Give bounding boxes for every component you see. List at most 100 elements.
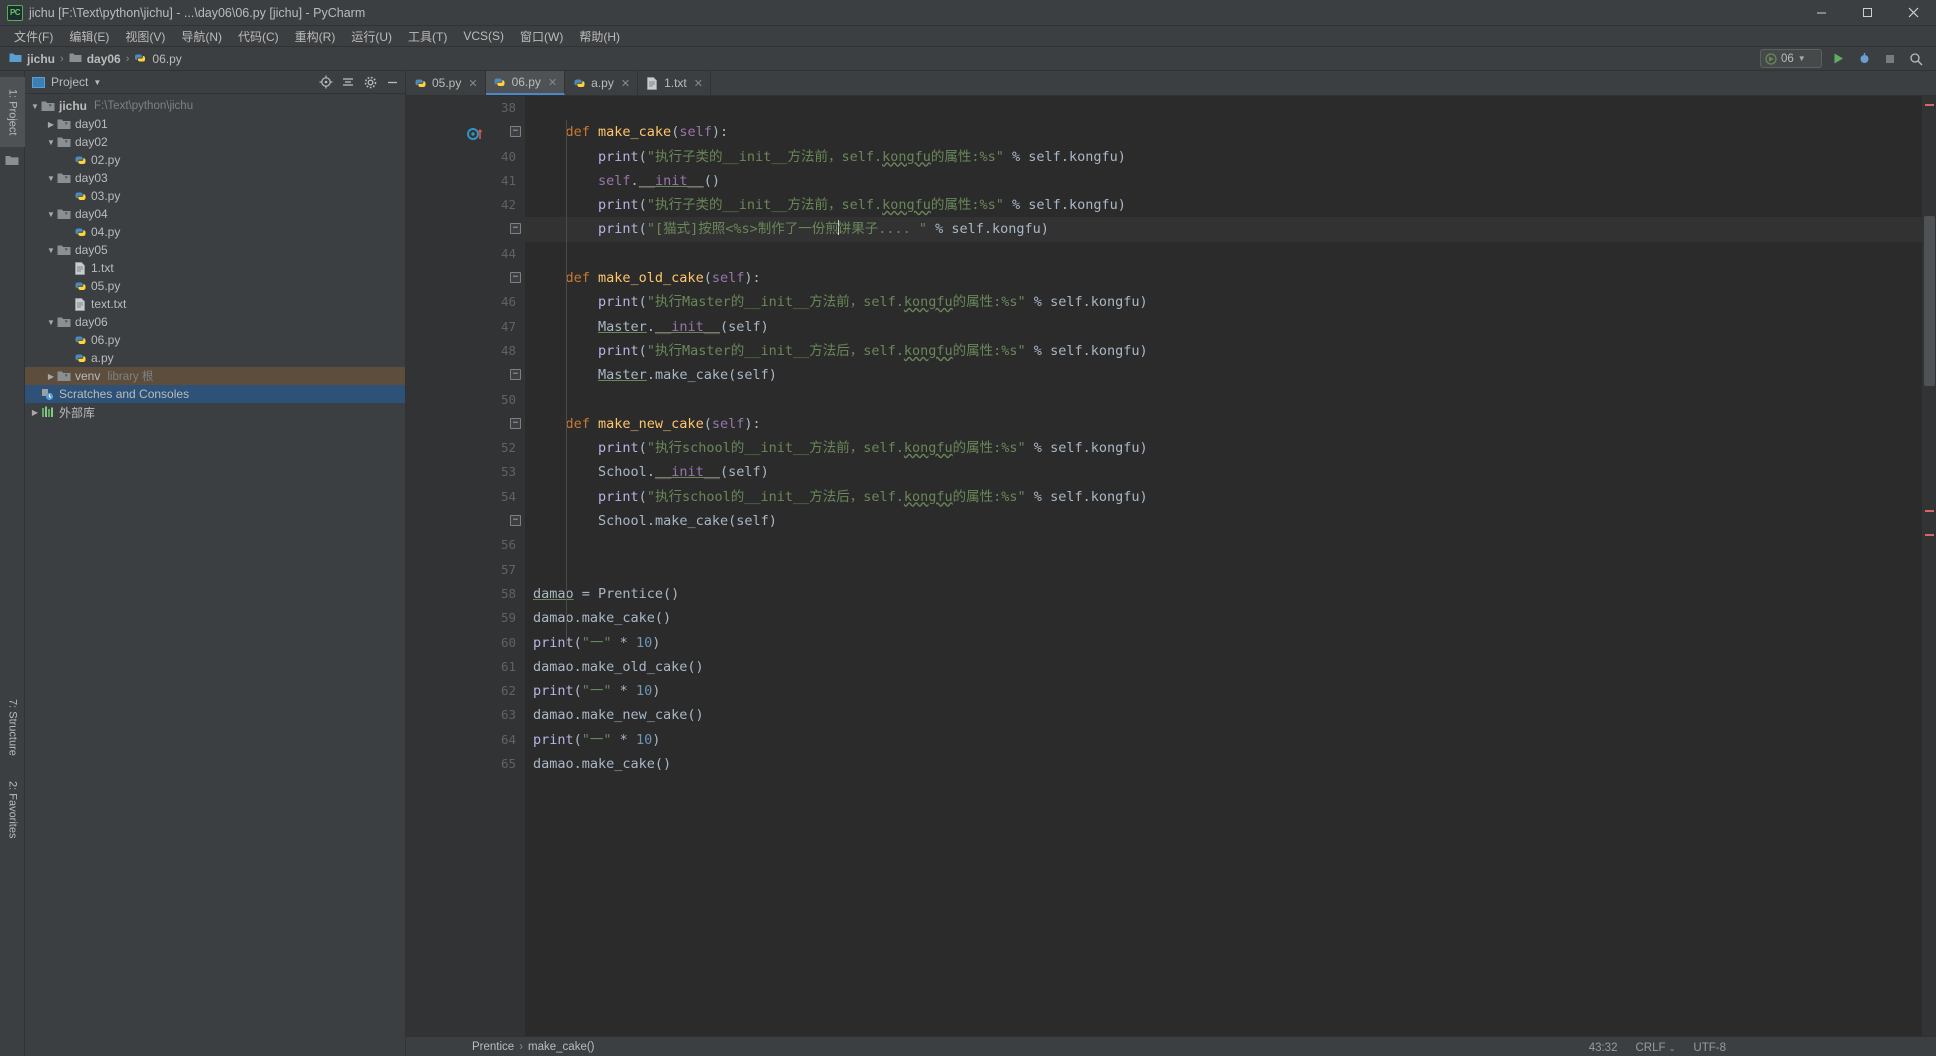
code-line-50[interactable] bbox=[525, 388, 1922, 412]
tree-row-jichu[interactable]: ▼ jichu F:\Text\python\jichu bbox=[25, 97, 405, 115]
code-line-56[interactable] bbox=[525, 533, 1922, 557]
menu-item-7[interactable]: 工具(T) bbox=[400, 26, 455, 47]
code-line-49[interactable]: Master.make_cake(self) bbox=[525, 363, 1922, 387]
line-number-56[interactable]: 56 bbox=[433, 533, 525, 557]
tree-row-day01[interactable]: ▶ day01 bbox=[25, 115, 405, 133]
chevron-down-icon[interactable]: ▼ bbox=[45, 174, 57, 183]
tree-row-venv[interactable]: ▶ venv library 根 bbox=[25, 367, 405, 385]
line-number-55[interactable]: − bbox=[433, 509, 525, 533]
line-separator[interactable]: CRLF ⌄ bbox=[1635, 1042, 1675, 1054]
tree-row-day06[interactable]: ▼ day06 bbox=[25, 313, 405, 331]
line-number-gutter[interactable]: 38 − 40 41 42 − 44 − 46 47 48 − 50 − 52 53 54 − 56 57 58 59 60… bbox=[433, 96, 525, 1036]
menu-item-10[interactable]: 帮助(H) bbox=[571, 26, 628, 47]
gear-icon[interactable] bbox=[363, 75, 377, 89]
line-number-59[interactable]: 59 bbox=[433, 606, 525, 630]
line-number-39[interactable]: − bbox=[433, 120, 525, 144]
chevron-right-icon[interactable]: ▶ bbox=[45, 372, 57, 381]
chevron-down-icon[interactable]: ▼ bbox=[29, 102, 41, 111]
code-line-51[interactable]: def make_new_cake(self): bbox=[525, 412, 1922, 436]
code-line-46[interactable]: print("执行Master的__init__方法前，self.kongfu的… bbox=[525, 290, 1922, 314]
fold-toggle[interactable]: − bbox=[510, 369, 521, 381]
tree-row-03-py[interactable]: 03.py bbox=[25, 187, 405, 205]
code-editor[interactable]: 38 − 40 41 42 − 44 − 46 47 48 − 50 − 52 53 54 − 56 57 58 59 60… bbox=[406, 96, 1936, 1036]
code-line-57[interactable] bbox=[525, 558, 1922, 582]
tree-row-day02[interactable]: ▼ day02 bbox=[25, 133, 405, 151]
scrollbar-thumb[interactable] bbox=[1924, 216, 1935, 386]
caret-position[interactable]: 43:32 bbox=[1589, 1042, 1618, 1054]
chevron-down-icon[interactable]: ▼ bbox=[93, 78, 101, 87]
close-icon[interactable]: ✕ bbox=[548, 76, 557, 89]
breadcrumb-part-class[interactable]: Prentice bbox=[472, 1041, 514, 1053]
code-line-47[interactable]: Master.__init__(self) bbox=[525, 315, 1922, 339]
code-line-39[interactable]: def make_cake(self): bbox=[525, 120, 1922, 144]
code-line-58[interactable]: damao = Prentice() bbox=[525, 582, 1922, 606]
breadcrumb-part-method[interactable]: make_cake() bbox=[528, 1041, 594, 1053]
line-number-52[interactable]: 52 bbox=[433, 436, 525, 460]
line-number-41[interactable]: 41 bbox=[433, 169, 525, 193]
code-content[interactable]: def make_cake(self): print("执行子类的__init_… bbox=[525, 96, 1922, 1036]
code-line-64[interactable]: print("一" * 10) bbox=[525, 728, 1922, 752]
minimize-button[interactable] bbox=[1798, 0, 1844, 26]
menu-item-2[interactable]: 视图(V) bbox=[117, 26, 173, 47]
tree-row----[interactable]: ▶ 外部库 bbox=[25, 403, 405, 421]
line-number-63[interactable]: 63 bbox=[433, 703, 525, 727]
editor-tab-1-txt[interactable]: 1.txt ✕ bbox=[638, 71, 711, 95]
code-line-60[interactable]: print("一" * 10) bbox=[525, 631, 1922, 655]
chevron-down-icon[interactable]: ▼ bbox=[45, 246, 57, 255]
editor-scroll-markers[interactable] bbox=[1922, 96, 1936, 1036]
fold-toggle[interactable]: − bbox=[510, 223, 521, 235]
line-number-50[interactable]: 50 bbox=[433, 388, 525, 412]
line-number-47[interactable]: 47 bbox=[433, 315, 525, 339]
line-number-61[interactable]: 61 bbox=[433, 655, 525, 679]
line-number-45[interactable]: − bbox=[433, 266, 525, 290]
tree-row-05-py[interactable]: 05.py bbox=[25, 277, 405, 295]
code-line-48[interactable]: print("执行Master的__init__方法后，self.kongfu的… bbox=[525, 339, 1922, 363]
search-icon[interactable] bbox=[1906, 49, 1926, 69]
line-number-44[interactable]: 44 bbox=[433, 242, 525, 266]
sidebar-item-favorites[interactable]: 2: Favorites bbox=[0, 771, 25, 849]
run-configuration-selector[interactable]: 06 ▼ bbox=[1760, 49, 1822, 68]
file-encoding[interactable]: UTF-8 bbox=[1693, 1042, 1726, 1054]
error-marker[interactable] bbox=[1925, 510, 1934, 512]
code-line-54[interactable]: print("执行school的__init__方法后，self.kongfu的… bbox=[525, 485, 1922, 509]
tree-row-04-py[interactable]: 04.py bbox=[25, 223, 405, 241]
menu-item-5[interactable]: 重构(R) bbox=[287, 26, 344, 47]
fold-toggle[interactable]: − bbox=[510, 272, 521, 284]
navbar-crumb-2[interactable]: 06.py bbox=[131, 51, 184, 67]
fold-toggle[interactable]: − bbox=[510, 515, 521, 527]
code-line-62[interactable]: print("一" * 10) bbox=[525, 679, 1922, 703]
code-line-65[interactable]: damao.make_cake() bbox=[525, 752, 1922, 776]
menu-item-4[interactable]: 代码(C) bbox=[230, 26, 287, 47]
maximize-button[interactable] bbox=[1844, 0, 1890, 26]
error-marker[interactable] bbox=[1925, 104, 1934, 106]
tree-row-day04[interactable]: ▼ day04 bbox=[25, 205, 405, 223]
code-line-40[interactable]: print("执行子类的__init__方法前，self.kongfu的属性:%… bbox=[525, 145, 1922, 169]
run-button[interactable] bbox=[1828, 49, 1848, 69]
tree-row-day05[interactable]: ▼ day05 bbox=[25, 241, 405, 259]
project-tree[interactable]: ▼ jichu F:\Text\python\jichu ▶ day01 ▼ day02 02… bbox=[25, 94, 405, 1056]
code-line-53[interactable]: School.__init__(self) bbox=[525, 460, 1922, 484]
line-number-49[interactable]: − bbox=[433, 363, 525, 387]
menu-item-8[interactable]: VCS(S) bbox=[455, 27, 512, 45]
code-line-45[interactable]: def make_old_cake(self): bbox=[525, 266, 1922, 290]
code-line-61[interactable]: damao.make_old_cake() bbox=[525, 655, 1922, 679]
locate-icon[interactable] bbox=[319, 75, 333, 89]
sidebar-item-project[interactable]: 1: Project bbox=[0, 77, 25, 147]
editor-tab-05-py[interactable]: 05.py ✕ bbox=[406, 71, 486, 95]
code-line-59[interactable]: damao.make_cake() bbox=[525, 606, 1922, 630]
menu-item-3[interactable]: 导航(N) bbox=[173, 26, 230, 47]
hide-panel-icon[interactable] bbox=[385, 75, 399, 89]
menu-item-9[interactable]: 窗口(W) bbox=[512, 26, 571, 47]
collapse-all-icon[interactable] bbox=[341, 75, 355, 89]
code-line-43[interactable]: print("[猫式]按照<%s>制作了一份煎饼果子.... " % self.… bbox=[525, 217, 1922, 242]
code-line-55[interactable]: School.make_cake(self) bbox=[525, 509, 1922, 533]
close-icon[interactable]: ✕ bbox=[468, 77, 477, 90]
close-button[interactable] bbox=[1890, 0, 1936, 26]
navbar-crumb-1[interactable]: day06 bbox=[66, 51, 124, 67]
fold-toggle[interactable]: − bbox=[510, 126, 521, 138]
line-number-40[interactable]: 40 bbox=[433, 145, 525, 169]
line-number-64[interactable]: 64 bbox=[433, 728, 525, 752]
editor-tab-06-py[interactable]: 06.py ✕ bbox=[485, 71, 566, 95]
menu-item-6[interactable]: 运行(U) bbox=[343, 26, 400, 47]
chevron-down-icon[interactable]: ▼ bbox=[45, 318, 57, 327]
